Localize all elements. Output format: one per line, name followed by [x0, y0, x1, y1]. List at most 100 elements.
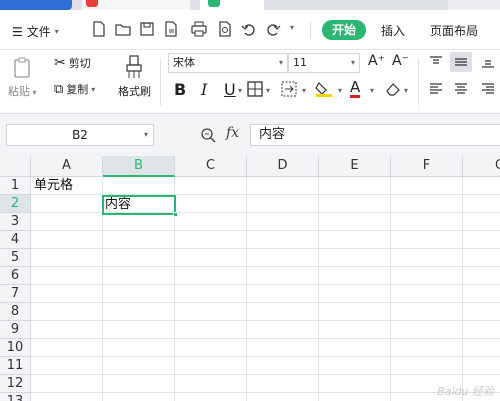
- sheet-icon: [208, 0, 220, 7]
- hamburger-icon: ☰: [12, 24, 23, 39]
- eraser-icon[interactable]: [384, 80, 402, 98]
- align-top-icon[interactable]: [428, 55, 444, 69]
- name-box[interactable]: B2 ▾: [6, 124, 154, 146]
- file-menu-label: 文件: [26, 25, 51, 39]
- ribbon-toolbar: 粘贴 ▾ ✂ 剪切 ⧉ 复制 ▾ 格式刷 宋体 ▾ 11 ▾ A⁺ A⁻ B I U…: [0, 50, 500, 114]
- chevron-down-icon[interactable]: ▾: [266, 86, 270, 95]
- format-painter-label[interactable]: 格式刷: [118, 83, 151, 99]
- row-header-1[interactable]: 1: [0, 177, 31, 195]
- column-header-d[interactable]: D: [247, 156, 319, 177]
- chevron-down-icon[interactable]: ▾: [238, 86, 242, 95]
- function-button[interactable]: fx: [226, 125, 239, 141]
- doc-icon: [86, 0, 98, 7]
- divider: [418, 58, 419, 106]
- copy-icon: ⧉: [54, 81, 64, 97]
- tab-workbook[interactable]: [200, 0, 264, 10]
- tab-insert[interactable]: 插入: [381, 22, 405, 39]
- active-cell-cursor[interactable]: [102, 195, 178, 217]
- tab-page-layout[interactable]: 页面布局: [430, 22, 478, 39]
- column-header-g[interactable]: G: [463, 156, 500, 177]
- align-center-icon[interactable]: [453, 82, 469, 96]
- redo-icon[interactable]: [264, 20, 282, 38]
- save-icon[interactable]: [138, 20, 156, 38]
- undo-icon[interactable]: [240, 20, 258, 38]
- borders-icon[interactable]: [246, 80, 264, 98]
- print-preview-icon[interactable]: [216, 20, 234, 38]
- row-header-8[interactable]: 8: [0, 303, 31, 321]
- gridline: [390, 177, 391, 401]
- file-menu[interactable]: ☰ 文件 ▾: [12, 23, 59, 40]
- chevron-down-icon: ▾: [143, 130, 148, 139]
- column-header-c[interactable]: C: [175, 156, 247, 177]
- cut-button[interactable]: ✂ 剪切: [54, 55, 91, 71]
- chevron-down-icon[interactable]: ▾: [302, 86, 306, 95]
- formula-input[interactable]: 内容: [250, 124, 500, 146]
- name-box-value: B2: [72, 128, 88, 142]
- row-header-12[interactable]: 12: [0, 375, 31, 393]
- zoom-search-icon[interactable]: [199, 126, 217, 144]
- chevron-down-icon: ▾: [278, 58, 283, 67]
- align-middle-button[interactable]: [450, 52, 472, 72]
- print-icon[interactable]: [190, 20, 208, 38]
- row-header-10[interactable]: 10: [0, 339, 31, 357]
- chevron-down-icon: ▾: [350, 58, 355, 67]
- chevron-down-icon: ▾: [54, 27, 59, 36]
- fill-color-icon[interactable]: [314, 80, 334, 98]
- cell-a1[interactable]: 单元格: [34, 177, 73, 194]
- paste-icon[interactable]: [12, 56, 34, 80]
- tab-document[interactable]: [82, 0, 190, 10]
- copy-label: 复制: [66, 83, 89, 96]
- bold-button[interactable]: B: [174, 80, 186, 99]
- format-painter-icon[interactable]: [122, 54, 146, 80]
- row-header-5[interactable]: 5: [0, 249, 31, 267]
- column-header-f[interactable]: F: [391, 156, 463, 177]
- chevron-down-icon[interactable]: ▾: [404, 86, 408, 95]
- formula-bar: B2 ▾ fx 内容: [0, 114, 500, 156]
- export-pdf-icon[interactable]: [162, 20, 180, 38]
- chevron-down-icon[interactable]: ▾: [370, 86, 374, 95]
- font-color-button[interactable]: A: [350, 79, 361, 98]
- spreadsheet-grid[interactable]: A B C D E F G 1 2 3 4 5 6 7 8 9 10 11 12…: [0, 156, 500, 401]
- row-header-3[interactable]: 3: [0, 213, 31, 231]
- divider: [160, 58, 161, 106]
- scissors-icon: ✂: [54, 55, 66, 71]
- grow-font-button[interactable]: A⁺: [368, 53, 385, 69]
- row-header-6[interactable]: 6: [0, 267, 31, 285]
- paste-button[interactable]: 粘贴 ▾: [8, 83, 37, 99]
- chevron-down-icon: ▾: [91, 84, 96, 94]
- tab-home-ribbon[interactable]: 开始: [322, 20, 366, 40]
- font-size-select[interactable]: 11 ▾: [288, 53, 360, 73]
- underline-button[interactable]: U: [224, 80, 236, 99]
- quick-access-chevron-icon[interactable]: ▾: [290, 23, 294, 32]
- align-middle-icon: [455, 58, 467, 66]
- merge-cells-icon[interactable]: [280, 80, 300, 98]
- gridline: [318, 177, 319, 401]
- row-header-7[interactable]: 7: [0, 285, 31, 303]
- row-header-9[interactable]: 9: [0, 321, 31, 339]
- shrink-font-button[interactable]: A⁻: [392, 53, 409, 69]
- column-header-a[interactable]: A: [31, 156, 103, 177]
- column-header-e[interactable]: E: [319, 156, 391, 177]
- column-header-b[interactable]: B: [103, 156, 175, 177]
- align-left-icon[interactable]: [428, 82, 444, 96]
- row-header-4[interactable]: 4: [0, 231, 31, 249]
- copy-button[interactable]: ⧉ 复制 ▾: [54, 81, 95, 97]
- font-name-value: 宋体: [173, 56, 195, 69]
- paste-label: 粘贴: [8, 85, 30, 98]
- new-document-icon[interactable]: [90, 20, 108, 38]
- divider: [310, 22, 311, 38]
- row-header-2[interactable]: 2: [0, 195, 31, 213]
- align-bottom-icon[interactable]: [480, 55, 496, 69]
- open-folder-icon[interactable]: [114, 20, 132, 38]
- select-all-corner[interactable]: [0, 156, 31, 177]
- italic-button[interactable]: I: [201, 80, 207, 99]
- font-name-select[interactable]: 宋体 ▾: [168, 53, 288, 73]
- browser-tab-strip: [0, 0, 500, 10]
- fill-handle[interactable]: [173, 212, 178, 217]
- chevron-down-icon[interactable]: ▾: [338, 86, 342, 95]
- tab-home[interactable]: [0, 0, 72, 10]
- row-header-13[interactable]: 13: [0, 393, 31, 401]
- tab-new[interactable]: [448, 0, 500, 10]
- row-header-11[interactable]: 11: [0, 357, 31, 375]
- align-right-icon[interactable]: [480, 82, 496, 96]
